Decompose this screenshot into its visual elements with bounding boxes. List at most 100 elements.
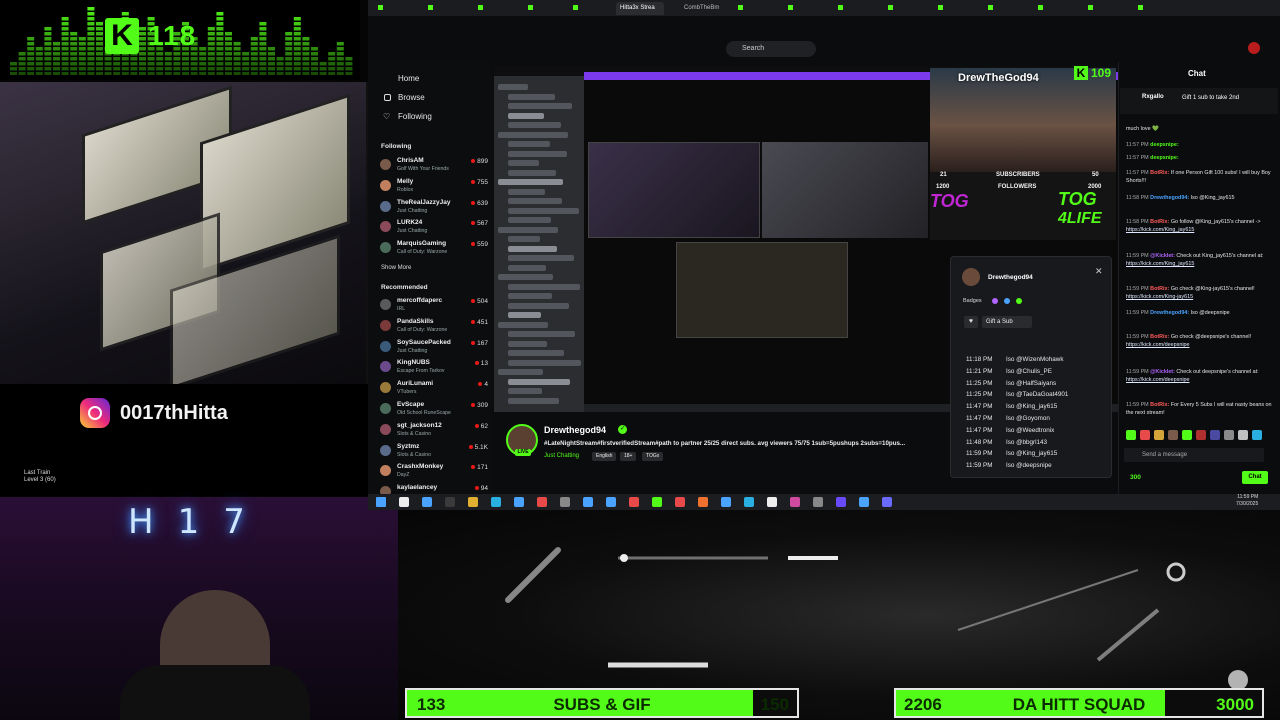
channel-item[interactable]: TheRealJazzyJay Just Chatting 639: [380, 198, 488, 216]
channel-avatar: [380, 200, 391, 212]
app-icon[interactable]: [583, 497, 593, 507]
tog-left-text: TOG: [930, 191, 969, 211]
gift-history-row: 11:47 PM Iso @Weedtronix: [966, 426, 1055, 434]
emote-icon[interactable]: [1238, 430, 1248, 440]
chat-link[interactable]: https://kick.com/deepsnipe: [1126, 377, 1190, 383]
nav-following[interactable]: Following: [398, 112, 432, 121]
app-icon[interactable]: [767, 497, 777, 507]
profile-avatar[interactable]: [1248, 42, 1260, 54]
channel-item[interactable]: PandaSkills Call of Duty: Warzone 451: [380, 317, 488, 335]
channel-item[interactable]: sgt_jackson12 Slots & Casino 62: [380, 421, 488, 439]
search-icon[interactable]: [399, 497, 409, 507]
chat-link[interactable]: https://kick.com/King_jay615: [1126, 261, 1194, 267]
viewer-count: 559: [471, 241, 488, 248]
channel-avatar: [380, 242, 391, 254]
pinned-user: Rxgallo: [1142, 94, 1164, 100]
app-icon[interactable]: [675, 497, 685, 507]
app-icon[interactable]: [491, 497, 501, 507]
app-icon[interactable]: [629, 497, 639, 507]
channel-name: CrashxMonkey: [397, 463, 444, 471]
live-dot-icon: [471, 403, 476, 407]
emote-icon[interactable]: [1252, 430, 1262, 440]
channel-item[interactable]: CrashxMonkey DayZ 171: [380, 462, 488, 480]
live-badge: LIVE: [515, 449, 531, 456]
app-icon[interactable]: [537, 497, 547, 507]
gift-history-row: 11:47 PM Iso @Goyomon: [966, 414, 1050, 422]
viewer-count: 13: [474, 360, 488, 367]
follow-heart-button[interactable]: ♥: [964, 316, 978, 328]
emote-icon[interactable]: [1224, 430, 1234, 440]
windows-start-icon[interactable]: [376, 497, 386, 507]
channel-item[interactable]: Syztmz Slots & Casino 5.1K: [380, 442, 488, 460]
show-more-link[interactable]: Show More: [381, 265, 411, 271]
emote-bar[interactable]: [1126, 430, 1276, 442]
emote-icon[interactable]: [1182, 430, 1192, 440]
tag-english[interactable]: English: [592, 452, 617, 461]
channel-avatar: [380, 221, 391, 233]
channel-avatar: [380, 382, 391, 394]
channel-item[interactable]: Melly Roblox 755: [380, 177, 488, 195]
live-dot-icon: [478, 382, 483, 387]
viewer-count: 899: [471, 158, 488, 165]
viewer-count: 5.1K: [468, 444, 488, 451]
live-dot-icon: [471, 200, 476, 205]
popover-name: Drewthegod94: [988, 274, 1033, 281]
app-icon[interactable]: [744, 497, 754, 507]
chat-input[interactable]: Send a message: [1124, 448, 1264, 462]
tag-18plus[interactable]: 18+: [620, 452, 637, 461]
channel-name: LURK24: [397, 219, 423, 227]
channel-item[interactable]: SoySaucePacked Just Chatting 167: [380, 338, 488, 356]
app-icon[interactable]: [859, 497, 869, 507]
app-icon[interactable]: [836, 497, 846, 507]
gift-history-row: 11:47 PM Iso @King_jay615: [966, 403, 1058, 411]
app-icon[interactable]: [514, 497, 524, 507]
streamer-name[interactable]: Drewthegod94: [544, 425, 606, 435]
channel-item[interactable]: KingNUBS Escape From Tarkov 13: [380, 358, 488, 376]
gift-history-list: 11:18 PM Iso @WizenMohawk 11:21 PM Iso @Chu…: [966, 356, 1106, 474]
channel-category: Just Chatting: [397, 347, 428, 354]
discord-window: [494, 76, 584, 412]
channel-item[interactable]: ChrisAM Golf With Your Friends 899: [380, 156, 488, 174]
app-icon[interactable]: [652, 497, 662, 507]
channel-item[interactable]: AuriLunami VTubers 4: [380, 379, 488, 397]
emote-icon[interactable]: [1126, 430, 1136, 440]
close-icon[interactable]: ✕: [1095, 266, 1103, 277]
viewer-count: 62: [474, 423, 488, 430]
nav-browse[interactable]: Browse: [398, 93, 425, 102]
app-icon[interactable]: [445, 497, 455, 507]
app-icon[interactable]: [790, 497, 800, 507]
chat-link[interactable]: https://kick.com/deepsnipe: [1126, 342, 1190, 348]
squad-goal-label: DA HITT SQUAD: [1012, 695, 1146, 714]
channel-item[interactable]: mercoffdaperc IRL 504: [380, 296, 488, 314]
emote-icon[interactable]: [1140, 430, 1150, 440]
stream-category[interactable]: Just Chatting: [544, 453, 579, 459]
gift-history-row: 11:18 PM Iso @WizenMohawk: [966, 356, 1064, 363]
app-icon[interactable]: [698, 497, 708, 507]
channel-item[interactable]: MarquisGaming Call of Duty: Warzone 559: [380, 239, 488, 257]
chat-link[interactable]: https://kick.com/King-jay615: [1126, 294, 1193, 300]
channel-item[interactable]: LURK24 Just Chatting 567: [380, 218, 488, 236]
channel-item[interactable]: EvScape Old School RuneScape 309: [380, 400, 488, 418]
app-icon[interactable]: [468, 497, 478, 507]
emote-icon[interactable]: [1196, 430, 1206, 440]
app-icon[interactable]: [422, 497, 432, 507]
gift-sub-button[interactable]: Gift a Sub: [982, 316, 1032, 328]
viewer-count: 451: [471, 319, 488, 326]
chat-send-button[interactable]: Chat: [1242, 471, 1268, 484]
app-icon[interactable]: [882, 497, 892, 507]
chat-link[interactable]: https://kick.com/King_jay615: [1126, 227, 1194, 233]
channel-category: Call of Duty: Warzone: [397, 326, 448, 333]
squad-goal-bar: 2206 DA HITT SQUAD 3000: [894, 688, 1264, 718]
app-icon[interactable]: [560, 497, 570, 507]
emote-icon[interactable]: [1168, 430, 1178, 440]
app-icon[interactable]: [721, 497, 731, 507]
live-dot-icon: [471, 179, 476, 184]
app-icon[interactable]: [606, 497, 616, 507]
tag-togx[interactable]: TOGx: [642, 452, 664, 461]
live-dot-icon: [471, 159, 476, 163]
app-icon[interactable]: [813, 497, 823, 507]
emote-icon[interactable]: [1154, 430, 1164, 440]
nav-home[interactable]: Home: [398, 74, 419, 83]
search-input[interactable]: Search: [726, 41, 816, 57]
emote-icon[interactable]: [1210, 430, 1220, 440]
